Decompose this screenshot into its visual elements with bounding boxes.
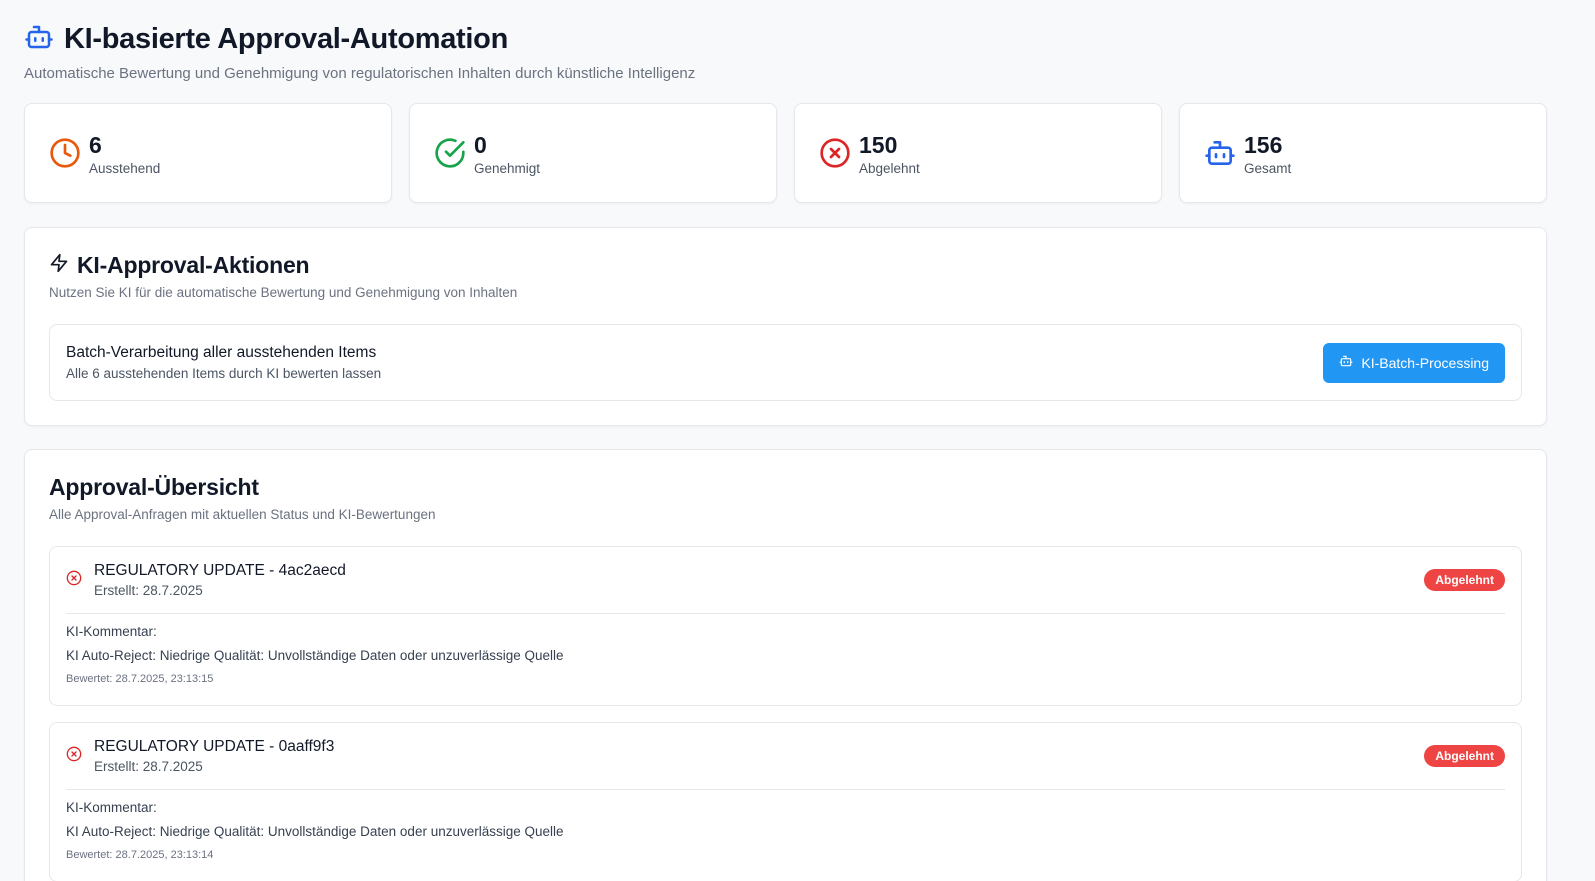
page-subtitle: Automatische Bewertung und Genehmigung v…: [24, 65, 696, 82]
check-circle-icon: [434, 137, 466, 169]
approval-item[interactable]: REGULATORY UPDATE - 4ac2aecd Erstellt: 2…: [49, 546, 1522, 706]
approval-item[interactable]: REGULATORY UPDATE - 0aaff9f3 Erstellt: 2…: [49, 722, 1522, 881]
item-created: Erstellt: 28.7.2025: [94, 759, 203, 774]
page-header: KI-basierte Approval-Automation Automati…: [24, 22, 695, 82]
stat-label: Genehmigt: [474, 160, 541, 176]
item-title: REGULATORY UPDATE - 0aaff9f3: [94, 738, 335, 755]
comment-text: KI Auto-Reject: Niedrige Qualität: Unvol…: [66, 648, 564, 663]
stat-card-approved: 0 Genehmigt: [409, 103, 777, 203]
zap-icon: [49, 253, 69, 278]
batch-processing-button[interactable]: KI-Batch-Processing: [1323, 342, 1505, 383]
batch-description: Alle 6 ausstehenden Items durch KI bewer…: [66, 366, 382, 381]
actions-panel: KI-Approval-Aktionen Nutzen Sie KI für d…: [24, 227, 1547, 426]
bot-icon: [1204, 137, 1236, 169]
batch-processing-box: Batch-Verarbeitung aller ausstehenden It…: [49, 324, 1522, 401]
stat-value: 156: [1244, 131, 1283, 158]
approval-list: REGULATORY UPDATE - 4ac2aecd Erstellt: 2…: [49, 546, 1522, 881]
item-title: REGULATORY UPDATE - 4ac2aecd: [94, 562, 346, 579]
x-circle-icon: [66, 746, 82, 767]
rated-timestamp: Bewertet: 28.7.2025, 23:13:15: [66, 673, 214, 685]
stat-value: 6: [89, 131, 102, 158]
stat-card-total: 156 Gesamt: [1179, 103, 1547, 203]
bot-icon: [1339, 354, 1353, 371]
page: KI-basierte Approval-Automation Automati…: [0, 0, 1595, 881]
stat-card-rejected: 150 Abgelehnt: [794, 103, 1162, 203]
overview-description: Alle Approval-Anfragen mit aktuellen Sta…: [49, 507, 436, 522]
status-badge: Abgelehnt: [1424, 569, 1505, 591]
status-badge: Abgelehnt: [1424, 745, 1505, 767]
actions-title: KI-Approval-Aktionen: [77, 252, 310, 278]
stat-label: Gesamt: [1244, 160, 1292, 176]
actions-description: Nutzen Sie KI für die automatische Bewer…: [49, 285, 518, 300]
stat-value: 150: [859, 131, 898, 158]
batch-title: Batch-Verarbeitung aller ausstehenden It…: [66, 344, 377, 361]
comment-label: KI-Kommentar:: [66, 624, 157, 639]
overview-title: Approval-Übersicht: [49, 474, 259, 500]
x-circle-icon: [66, 570, 82, 591]
comment-text: KI Auto-Reject: Niedrige Qualität: Unvol…: [66, 824, 564, 839]
page-title: KI-basierte Approval-Automation: [64, 23, 508, 55]
overview-panel: Approval-Übersicht Alle Approval-Anfrage…: [24, 449, 1547, 881]
x-circle-icon: [819, 137, 851, 169]
batch-button-label: KI-Batch-Processing: [1361, 354, 1489, 371]
stat-label: Ausstehend: [89, 160, 161, 176]
stat-card-pending: 6 Ausstehend: [24, 103, 392, 203]
stats-row: 6 Ausstehend 0 Genehmigt 150 Abgelehnt 1…: [24, 103, 1547, 203]
item-created: Erstellt: 28.7.2025: [94, 583, 203, 598]
comment-label: KI-Kommentar:: [66, 800, 157, 815]
rated-timestamp: Bewertet: 28.7.2025, 23:13:14: [66, 849, 214, 861]
stat-label: Abgelehnt: [859, 160, 920, 176]
stat-value: 0: [474, 131, 487, 158]
bot-icon: [24, 22, 54, 57]
clock-icon: [49, 137, 81, 169]
